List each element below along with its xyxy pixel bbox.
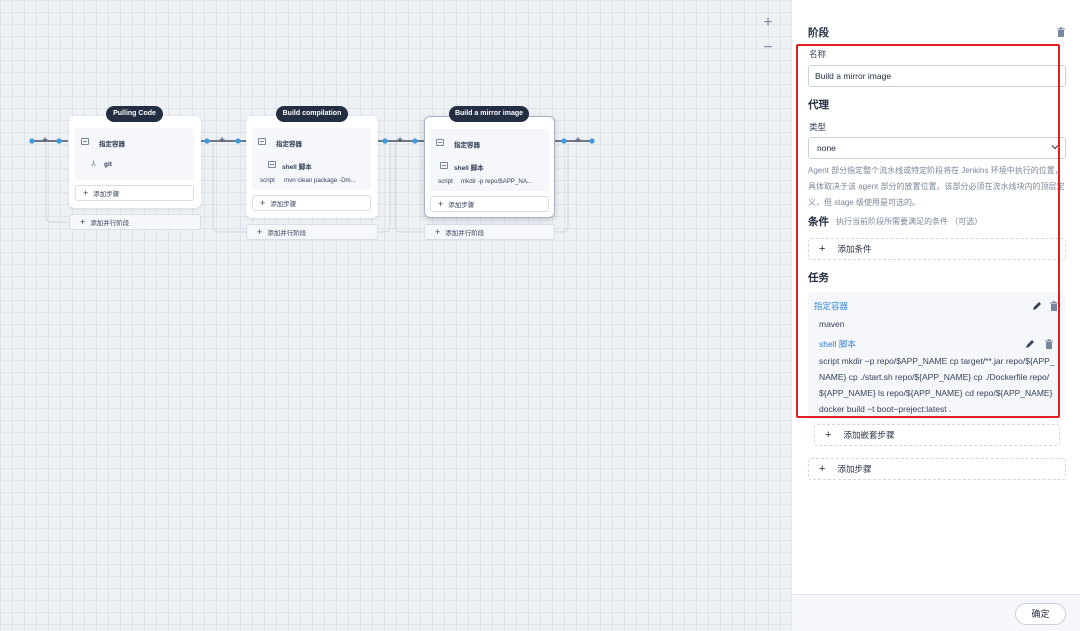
step-title[interactable]: shell 脚本 [454, 162, 484, 172]
shell-icon [440, 162, 448, 169]
script-preview: mkdir -p repo/$APP_NA... [461, 178, 533, 185]
script-label: script [260, 177, 275, 184]
insert-stage-plus-icon[interactable]: + [217, 136, 227, 146]
insert-stage-plus-icon[interactable]: + [573, 136, 583, 146]
stage-name-pill[interactable]: Build a mirror image [449, 106, 529, 122]
add-step-button[interactable]: + 添加步骤 [252, 195, 371, 211]
stage-name-pill[interactable]: Pulling Code [106, 106, 163, 122]
insert-stage-plus-icon[interactable]: + [395, 136, 405, 146]
plus-icon: + [83, 188, 89, 198]
step-group: 指定容器 shell 脚本 script mvn clean package -… [252, 128, 371, 190]
container-icon [81, 138, 89, 145]
panel-footer: 确定 [792, 594, 1080, 631]
stage-card-build-compilation[interactable]: 指定容器 shell 脚本 script mvn clean package -… [246, 116, 378, 218]
add-parallel-stage-button[interactable]: + 添加并行阶段 [246, 224, 378, 240]
highlight-box [796, 44, 1060, 418]
step-group: 指定容器 ⅄ git [75, 128, 194, 180]
plus-icon: + [825, 429, 832, 441]
step-title[interactable]: 指定容器 [276, 138, 302, 148]
pipeline-canvas[interactable]: + − + + + + 指定容器 ⅄ git + 添加步骤 Pulling Co… [0, 0, 791, 631]
container-icon [258, 138, 266, 145]
step-title[interactable]: git [104, 161, 112, 168]
stage-name-pill[interactable]: Build compilation [276, 106, 348, 122]
stage-card-pulling-code[interactable]: 指定容器 ⅄ git + 添加步骤 [69, 116, 201, 208]
step-title[interactable]: shell 脚本 [282, 161, 312, 171]
script-label: script [438, 178, 453, 185]
confirm-button[interactable]: 确定 [1015, 603, 1066, 625]
stage-card-build-mirror-image[interactable]: 指定容器 shell 脚本 script mkdir -p repo/$APP_… [424, 116, 555, 218]
shell-icon [268, 161, 276, 168]
step-title[interactable]: 指定容器 [99, 138, 125, 148]
zoom-out-button[interactable]: − [760, 40, 776, 56]
pipeline-connectors [29, 138, 595, 233]
plus-icon: + [819, 463, 826, 475]
add-step-button[interactable]: + 添加步骤 [75, 185, 194, 201]
panel-title: 阶段 [808, 27, 829, 39]
add-nested-step-button[interactable]: + 添加嵌套步骤 [814, 424, 1060, 446]
script-preview: mvn clean package -Dm... [284, 177, 356, 184]
add-step-button[interactable]: + 添加步骤 [808, 458, 1066, 480]
plus-icon: + [80, 217, 86, 227]
plus-icon: + [438, 199, 444, 209]
container-icon [436, 139, 444, 146]
plus-icon: + [435, 227, 441, 237]
add-step-button[interactable]: + 添加步骤 [430, 196, 549, 212]
step-group: 指定容器 shell 脚本 script mkdir -p repo/$APP_… [430, 129, 549, 191]
git-icon: ⅄ [91, 159, 96, 168]
add-parallel-stage-button[interactable]: + 添加并行阶段 [424, 224, 555, 240]
trash-icon[interactable] [1056, 27, 1066, 37]
plus-icon: + [257, 227, 263, 237]
stage-settings-panel: 阶段 名称 Build a mirror image 代理 类型 none Ag… [791, 0, 1080, 631]
zoom-in-button[interactable]: + [760, 15, 776, 31]
insert-stage-plus-icon[interactable]: + [40, 136, 50, 146]
plus-icon: + [260, 198, 266, 208]
add-parallel-stage-button[interactable]: + 添加并行阶段 [69, 214, 201, 230]
step-title[interactable]: 指定容器 [454, 139, 480, 149]
